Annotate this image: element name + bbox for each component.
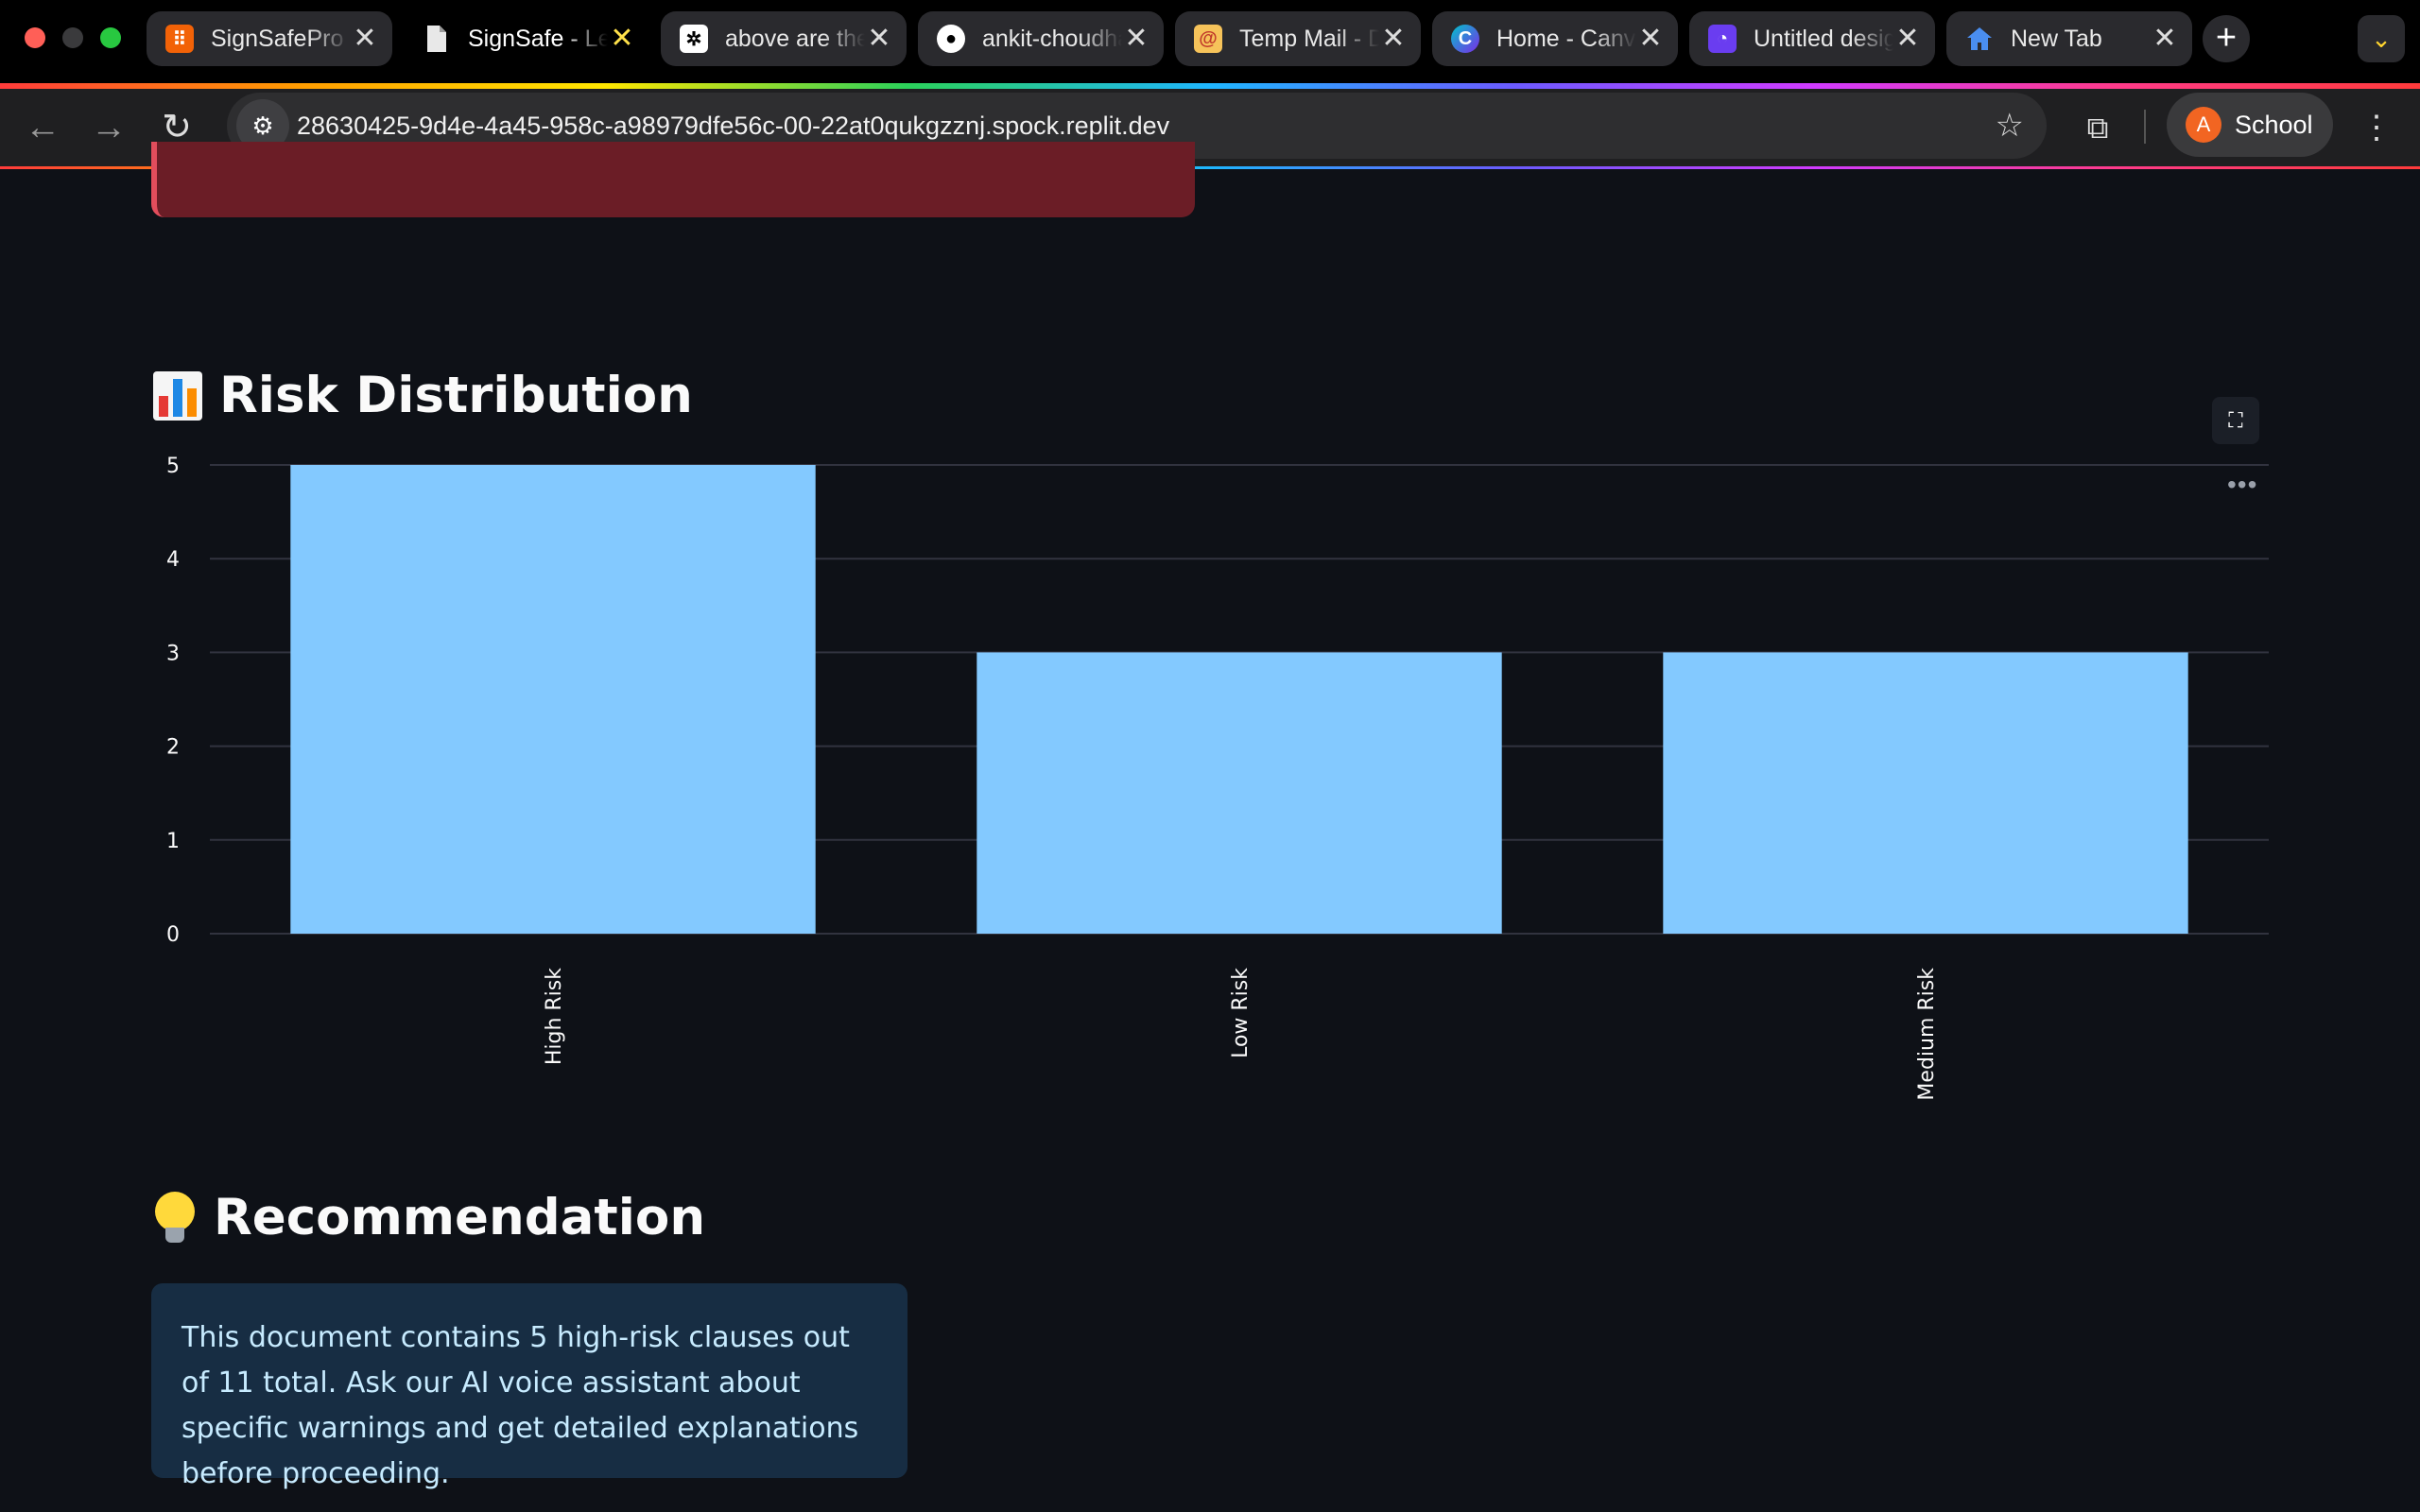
y-tick-label: 5 bbox=[166, 455, 180, 478]
y-tick-label: 2 bbox=[166, 736, 180, 760]
browser-tab[interactable]: ◔ Untitled design ✕ bbox=[1689, 11, 1935, 66]
browser-tab[interactable]: ✲ above are the ✕ bbox=[661, 11, 907, 66]
tab-close-icon[interactable]: ✕ bbox=[1893, 25, 1922, 53]
y-tick-label: 3 bbox=[166, 642, 180, 665]
toolbar-divider bbox=[2144, 110, 2146, 144]
recommendation-text: This document contains 5 high-risk claus… bbox=[182, 1321, 859, 1490]
x-tick-label: Medium Risk bbox=[1915, 968, 1939, 1101]
profile-button[interactable]: A School bbox=[2167, 93, 2333, 157]
tab-close-icon[interactable]: ✕ bbox=[1379, 25, 1408, 53]
browser-tab[interactable]: C Home - Canva ✕ bbox=[1432, 11, 1678, 66]
tab-close-icon[interactable]: ✕ bbox=[351, 25, 379, 53]
x-tick-label: Low Risk bbox=[1229, 968, 1253, 1058]
y-tick-label: 1 bbox=[166, 830, 180, 853]
github-icon: ● bbox=[937, 25, 965, 53]
tab-search-chevron-icon[interactable]: ⌄ bbox=[2358, 15, 2405, 62]
section-title-text: Risk Distribution bbox=[219, 367, 693, 424]
extensions-icon[interactable]: ⧉ bbox=[2072, 102, 2123, 153]
avatar: A bbox=[2186, 107, 2221, 143]
bar bbox=[977, 652, 1502, 934]
x-tick-label: High Risk bbox=[543, 968, 566, 1065]
mail-icon: @ bbox=[1194, 25, 1222, 53]
section-title-text: Recommendation bbox=[214, 1189, 706, 1246]
tab-title: SignSafePro bbox=[211, 25, 344, 52]
home-icon bbox=[1965, 25, 1994, 53]
tab-title: above are the bbox=[725, 25, 865, 52]
bar bbox=[290, 465, 816, 934]
tab-close-icon[interactable]: ✕ bbox=[1636, 25, 1665, 53]
browser-menu-icon[interactable]: ⋮ bbox=[2358, 102, 2395, 153]
canva-icon: C bbox=[1451, 25, 1479, 53]
risk-distribution-heading: Risk Distribution bbox=[153, 367, 693, 424]
profile-name: School bbox=[2235, 110, 2313, 139]
browser-tab[interactable]: @ Temp Mail - Disposable ✕ bbox=[1175, 11, 1421, 66]
design-icon: ◔ bbox=[1708, 25, 1737, 53]
bar-chart-svg: 0 1 2 3 4 5 High Risk Low Risk Medium Risk bbox=[166, 455, 2269, 1101]
browser-tab[interactable]: ⠿ SignSafePro ✕ bbox=[147, 11, 392, 66]
back-arrow-icon[interactable]: ← bbox=[17, 102, 68, 153]
y-tick-label: 0 bbox=[166, 923, 180, 947]
tab-title: Untitled design bbox=[1754, 25, 1893, 52]
bar bbox=[1663, 652, 2188, 934]
forward-arrow-icon[interactable]: → bbox=[83, 102, 134, 153]
tab-close-icon[interactable]: ✕ bbox=[1122, 25, 1150, 53]
window-zoom-button[interactable] bbox=[100, 27, 121, 48]
browser-tab-strip: ⠿ SignSafePro ✕ SignSafe - Legal ✕ ✲ abo… bbox=[0, 0, 2420, 83]
tab-list: ⠿ SignSafePro ✕ SignSafe - Legal ✕ ✲ abo… bbox=[147, 11, 2192, 68]
risk-distribution-chart: 0 1 2 3 4 5 High Risk Low Risk Medium Risk bbox=[151, 444, 2269, 1125]
recommendation-info-box: This document contains 5 high-risk claus… bbox=[151, 1283, 908, 1490]
tab-close-icon[interactable]: ✕ bbox=[865, 25, 893, 53]
fullscreen-icon[interactable]: ⛶ bbox=[2212, 397, 2259, 444]
openai-icon: ✲ bbox=[680, 25, 708, 53]
window-close-button[interactable] bbox=[25, 27, 45, 48]
recommendation-heading: Recommendation bbox=[153, 1189, 705, 1246]
bar-chart-icon bbox=[153, 370, 202, 421]
tab-close-icon[interactable]: ✕ bbox=[2151, 25, 2179, 53]
replit-icon: ⠿ bbox=[165, 25, 194, 53]
browser-tab-active[interactable]: SignSafe - Legal ✕ bbox=[404, 11, 649, 66]
tab-title: New Tab bbox=[2011, 25, 2102, 52]
tab-title: SignSafe - Legal bbox=[468, 25, 608, 52]
tab-title: Home - Canva bbox=[1496, 25, 1636, 52]
y-tick-label: 4 bbox=[166, 548, 180, 572]
lightbulb-icon bbox=[153, 1191, 197, 1245]
browser-tab[interactable]: ● ankit-choudhary ✕ bbox=[918, 11, 1164, 66]
tab-title: Temp Mail - Disposable bbox=[1239, 25, 1379, 52]
bookmark-star-icon[interactable]: ☆ bbox=[1996, 93, 2024, 159]
new-tab-button[interactable]: + bbox=[2203, 15, 2250, 62]
document-icon bbox=[423, 25, 451, 53]
tab-title: ankit-choudhary bbox=[982, 25, 1122, 52]
tab-close-icon[interactable]: ✕ bbox=[608, 25, 636, 53]
browser-tab[interactable]: New Tab ✕ bbox=[1946, 11, 2192, 66]
window-minimize-button[interactable] bbox=[62, 27, 83, 48]
error-alert-box bbox=[151, 142, 1195, 217]
